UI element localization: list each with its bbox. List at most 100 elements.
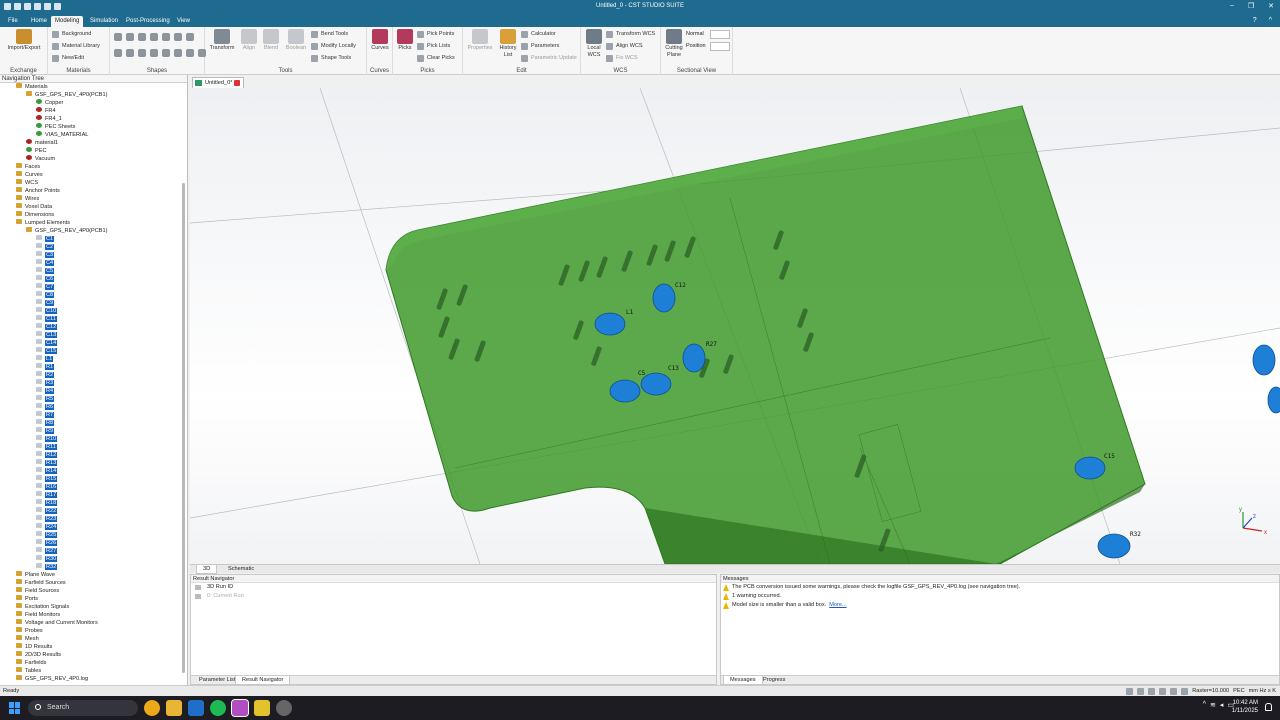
tab-schematic[interactable]: Schematic: [222, 565, 260, 574]
tree-item-lumped-r7[interactable]: R7: [0, 411, 180, 419]
lumped-element-r27[interactable]: [682, 343, 706, 373]
tree-item-2d-3d-results[interactable]: 2D/3D Results: [0, 651, 180, 659]
lumped-element-offscreen-2[interactable]: [1267, 386, 1280, 414]
tree-item-lumped-r22[interactable]: R22: [0, 507, 180, 515]
tree-item-lumped-c7[interactable]: C7: [0, 283, 180, 291]
ribbon-collapse-icon[interactable]: ^: [1269, 17, 1272, 24]
transform-wcs-button[interactable]: Transform WCS: [606, 30, 655, 39]
modify-locally-button[interactable]: Modify Locally: [311, 42, 356, 51]
tree-item-pcb-materials-folder[interactable]: GSF_GPS_REV_4P0(PCB1): [0, 91, 180, 99]
tree-item-lumped-r8[interactable]: R8: [0, 419, 180, 427]
tree-item-lumped-c11[interactable]: C11: [0, 315, 180, 323]
chrome-icon[interactable]: [144, 700, 160, 716]
windows-start-icon[interactable]: [9, 702, 21, 714]
result-row-current-run[interactable]: 0: Current Run: [191, 592, 716, 601]
tree-item-farfield-sources[interactable]: Farfield Sources: [0, 579, 180, 587]
tree-item-material[interactable]: PEC: [0, 147, 180, 155]
tree-item-gsf-gps-rev-4p0-log[interactable]: GSF_GPS_REV_4P0.log: [0, 675, 180, 683]
tree-item-lumped-c1[interactable]: C1: [0, 235, 180, 243]
pick-points-button[interactable]: Pick Points: [417, 30, 454, 39]
tree-item-lumped-c2[interactable]: C2: [0, 243, 180, 251]
shape-operations-row[interactable]: [114, 49, 206, 57]
tree-item-lumped-elements[interactable]: Lumped Elements: [0, 219, 180, 227]
window-controls[interactable]: ‒ ❐ ✕: [1230, 2, 1274, 10]
notification-bell-icon[interactable]: [1265, 703, 1272, 711]
tree-item-lumped-r14[interactable]: R14: [0, 467, 180, 475]
units-display[interactable]: mm Hz s K: [1249, 686, 1276, 696]
tree-item-lumped-l1[interactable]: L1: [0, 355, 180, 363]
taskbar-search[interactable]: Search: [28, 700, 138, 716]
tree-item-curves[interactable]: Curves: [0, 171, 180, 179]
tab-home[interactable]: Home: [27, 16, 51, 27]
file-explorer-icon[interactable]: [166, 700, 182, 716]
tree-item-tables[interactable]: Tables: [0, 667, 180, 675]
tree-item-lumped-r26[interactable]: R26: [0, 539, 180, 547]
boolean-button[interactable]: Boolean: [283, 29, 309, 52]
message-item[interactable]: The PCB conversion issued some warnings,…: [721, 583, 1279, 592]
tree-item-probes[interactable]: Probes: [0, 627, 180, 635]
tree-item-lumped-c9[interactable]: C9: [0, 299, 180, 307]
tree-item-material[interactable]: FR4_1: [0, 115, 180, 123]
tree-item-material[interactable]: FR4: [0, 107, 180, 115]
blend-button[interactable]: Blend: [261, 29, 281, 52]
lumped-element-r32[interactable]: [1097, 533, 1131, 559]
tab-progress[interactable]: Progress: [757, 676, 791, 685]
tree-item-faces[interactable]: Faces: [0, 163, 180, 171]
clear-picks-button[interactable]: Clear Picks: [417, 54, 455, 63]
view-tool-icon[interactable]: [1159, 687, 1167, 695]
tab-file[interactable]: File: [4, 16, 22, 27]
cutting-plane-button[interactable]: Cutting Plane: [663, 29, 685, 59]
align-button[interactable]: Align: [239, 29, 259, 52]
tree-item-ports[interactable]: Ports: [0, 595, 180, 603]
transform-button[interactable]: Transform: [207, 29, 237, 52]
position-input[interactable]: [710, 42, 730, 51]
pen-tool-icon[interactable]: [254, 700, 270, 716]
calculator-button[interactable]: Calculator: [521, 30, 556, 39]
view-tool-icon[interactable]: [1126, 687, 1134, 695]
tree-item-mesh[interactable]: Mesh: [0, 635, 180, 643]
navigation-tree-scrollbar[interactable]: [182, 183, 185, 673]
tree-item-lumped-r30[interactable]: R30: [0, 555, 180, 563]
tree-item-anchor-points[interactable]: Anchor Points: [0, 187, 180, 195]
history-list-button[interactable]: History List: [496, 29, 520, 59]
tree-item-lumped-c8[interactable]: C8: [0, 291, 180, 299]
tree-item-lumped-c15[interactable]: C15: [0, 347, 180, 355]
close-button[interactable]: ✕: [1268, 2, 1274, 10]
fix-wcs-button[interactable]: Fix WCS: [606, 54, 638, 63]
view-tool-icon[interactable]: [1181, 687, 1189, 695]
tree-item-lumped-c10[interactable]: C10: [0, 307, 180, 315]
tree-item-lumped-r6[interactable]: R6: [0, 403, 180, 411]
tab-3d[interactable]: 3D: [196, 565, 218, 574]
tree-item-wires[interactable]: Wires: [0, 195, 180, 203]
filter-icon[interactable]: [195, 585, 201, 590]
tree-item-lumped-c6[interactable]: C6: [0, 275, 180, 283]
tree-item-field-monitors[interactable]: Field Monitors: [0, 611, 180, 619]
curves-button[interactable]: Curves: [369, 29, 391, 52]
lumped-element-c5[interactable]: [609, 379, 641, 403]
tree-item-lumped-c13[interactable]: C13: [0, 331, 180, 339]
properties-button[interactable]: Properties: [465, 29, 495, 52]
tree-item-voxel-data[interactable]: Voxel Data: [0, 203, 180, 211]
tree-item-lumped-c4[interactable]: C4: [0, 259, 180, 267]
tree-item-lumped-folder[interactable]: GSF_GPS_REV_4P0(PCB1): [0, 227, 180, 235]
tree-item-materials[interactable]: Materials: [0, 83, 180, 91]
align-wcs-button[interactable]: Align WCS: [606, 42, 643, 51]
3d-viewport[interactable]: L1 C12 R27 C5 C13 C15 R32 y x z: [190, 88, 1280, 564]
tab-result-navigator[interactable]: Result Navigator: [235, 676, 291, 685]
tree-item-lumped-r17[interactable]: R17: [0, 491, 180, 499]
tree-item-lumped-r3[interactable]: R3: [0, 379, 180, 387]
tree-item-lumped-r32[interactable]: R32: [0, 563, 180, 571]
tree-item-lumped-c14[interactable]: C14: [0, 339, 180, 347]
tree-item-material[interactable]: Copper: [0, 99, 180, 107]
parametric-update-button[interactable]: Parametric Update: [521, 54, 577, 63]
tree-item-lumped-c3[interactable]: C3: [0, 251, 180, 259]
close-document-icon[interactable]: [234, 80, 240, 86]
tree-item-lumped-r23[interactable]: R23: [0, 515, 180, 523]
tree-item-material[interactable]: Vacuum: [0, 155, 180, 163]
tree-item-1d-results[interactable]: 1D Results: [0, 643, 180, 651]
material-library-button[interactable]: Material Library: [52, 42, 100, 51]
tree-item-wcs[interactable]: WCS: [0, 179, 180, 187]
import-export-button[interactable]: Import/Export: [4, 29, 44, 52]
result-row-run-id[interactable]: 3D Run ID: [191, 583, 716, 592]
background-button[interactable]: Background: [52, 30, 91, 39]
